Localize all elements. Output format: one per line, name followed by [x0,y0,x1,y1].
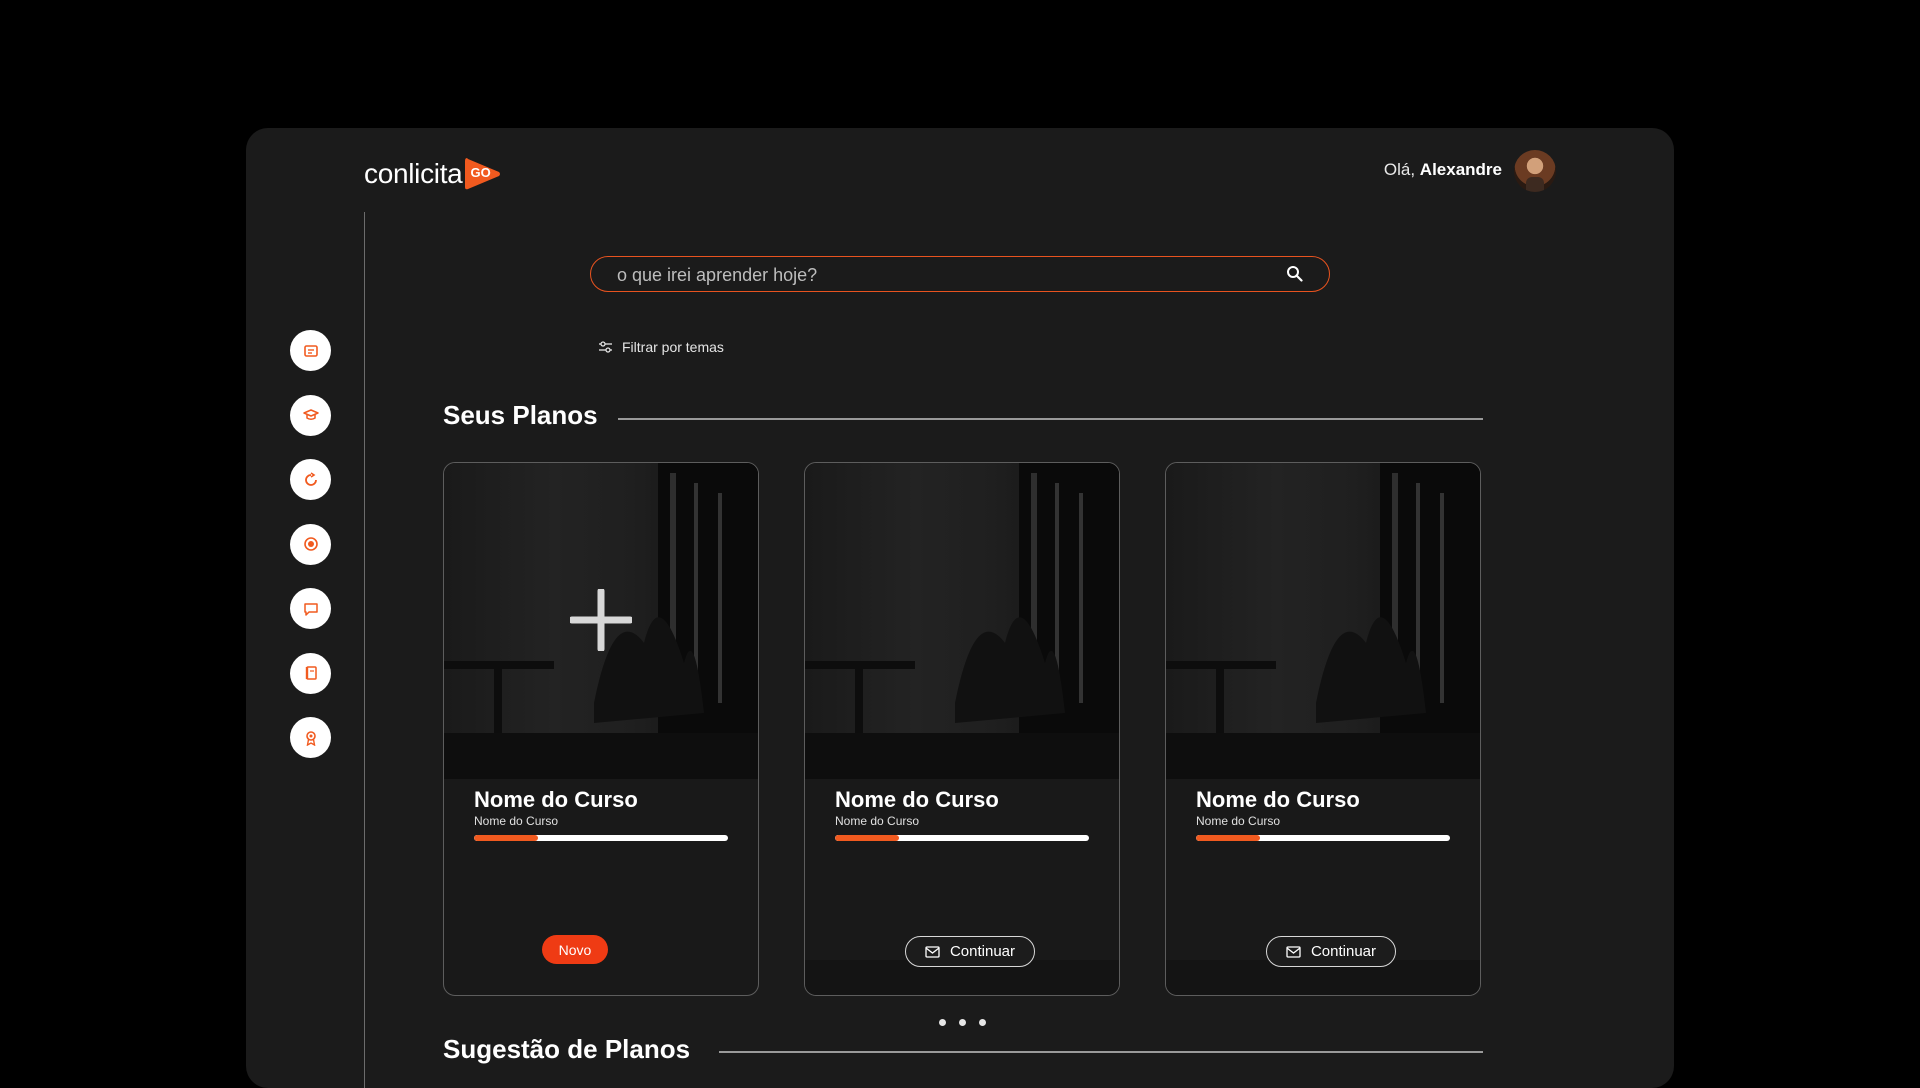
continue-label: Continuar [1310,943,1377,960]
brand-logo[interactable]: conlicita GO [364,152,502,196]
search-bar [590,256,1330,293]
continue-button[interactable]: Continuar [1266,936,1396,967]
section-divider [719,1051,1483,1053]
add-plan-icon[interactable] [570,589,632,651]
sidebar-item-certificates[interactable] [290,717,331,758]
refresh-icon [304,471,317,486]
progress-fill [474,835,538,841]
sidebar [290,330,332,782]
course-image [444,463,758,779]
news-icon [303,344,318,357]
course-subtitle: Nome do Curso [474,814,559,828]
course-image [805,463,1119,779]
search-icon[interactable] [1286,265,1303,282]
progress-fill [835,835,899,841]
user-name: Alexandre [1419,160,1502,179]
carousel-dot[interactable] [939,1019,946,1026]
plan-card[interactable]: Nome do Curso Nome do Curso Continuar [804,462,1120,996]
sidebar-item-goals[interactable] [290,523,331,565]
sidebar-item-messages[interactable] [290,588,331,629]
continue-button[interactable]: Continuar [905,936,1035,967]
sidebar-item-news[interactable] [290,330,331,371]
sidebar-divider [364,212,365,1088]
course-image [1166,463,1480,779]
carousel-dot[interactable] [959,1019,966,1026]
plan-card[interactable]: Nome do Curso Nome do Curso Continuar [1165,462,1481,996]
new-plan-button[interactable]: Novo [542,935,608,964]
course-title: Nome do Curso [835,787,999,812]
sidebar-item-progress[interactable] [290,459,331,500]
search-input[interactable] [615,257,1259,293]
mail-icon [1286,945,1301,958]
section-title-suggestions: Sugestão de Planos [443,1034,691,1064]
chat-icon [303,602,318,616]
brand-name: conlicita [364,158,463,189]
course-progress-bar [1196,835,1450,841]
book-icon [305,666,317,680]
course-title: Nome do Curso [474,787,638,812]
brand-badge: GO [464,156,502,192]
course-progress-bar [835,835,1089,841]
user-greeting: Olá, Alexandre [1384,160,1502,180]
graduation-cap-icon [302,409,319,420]
course-title: Nome do Curso [1196,787,1360,812]
plan-card[interactable]: Nome do Curso Nome do Curso Novo [443,462,759,996]
carousel-pagination [939,1019,999,1026]
target-icon [303,537,318,551]
brand-badge-text: GO [470,165,491,180]
course-subtitle: Nome do Curso [835,814,920,828]
progress-fill [1196,835,1260,841]
mail-icon [925,945,940,958]
section-divider [618,418,1483,420]
section-title-my-plans: Seus Planos [443,400,598,430]
app-window: conlicita GO Olá, Alexandre o que irei a… [246,128,1674,1088]
sidebar-item-courses[interactable] [290,394,331,436]
course-subtitle: Nome do Curso [1196,814,1281,828]
award-icon [305,730,316,746]
continue-label: Continuar [949,943,1016,960]
filter-sliders-icon [599,341,612,353]
filter-label: Filtrar por temas [622,339,724,355]
sidebar-item-library[interactable] [290,652,331,694]
course-progress-bar [474,835,728,841]
carousel-dot[interactable] [979,1019,986,1026]
filter-themes-button[interactable]: Filtrar por temas [598,339,724,355]
greeting-prefix: Olá, [1383,160,1416,179]
avatar[interactable] [1514,150,1556,192]
